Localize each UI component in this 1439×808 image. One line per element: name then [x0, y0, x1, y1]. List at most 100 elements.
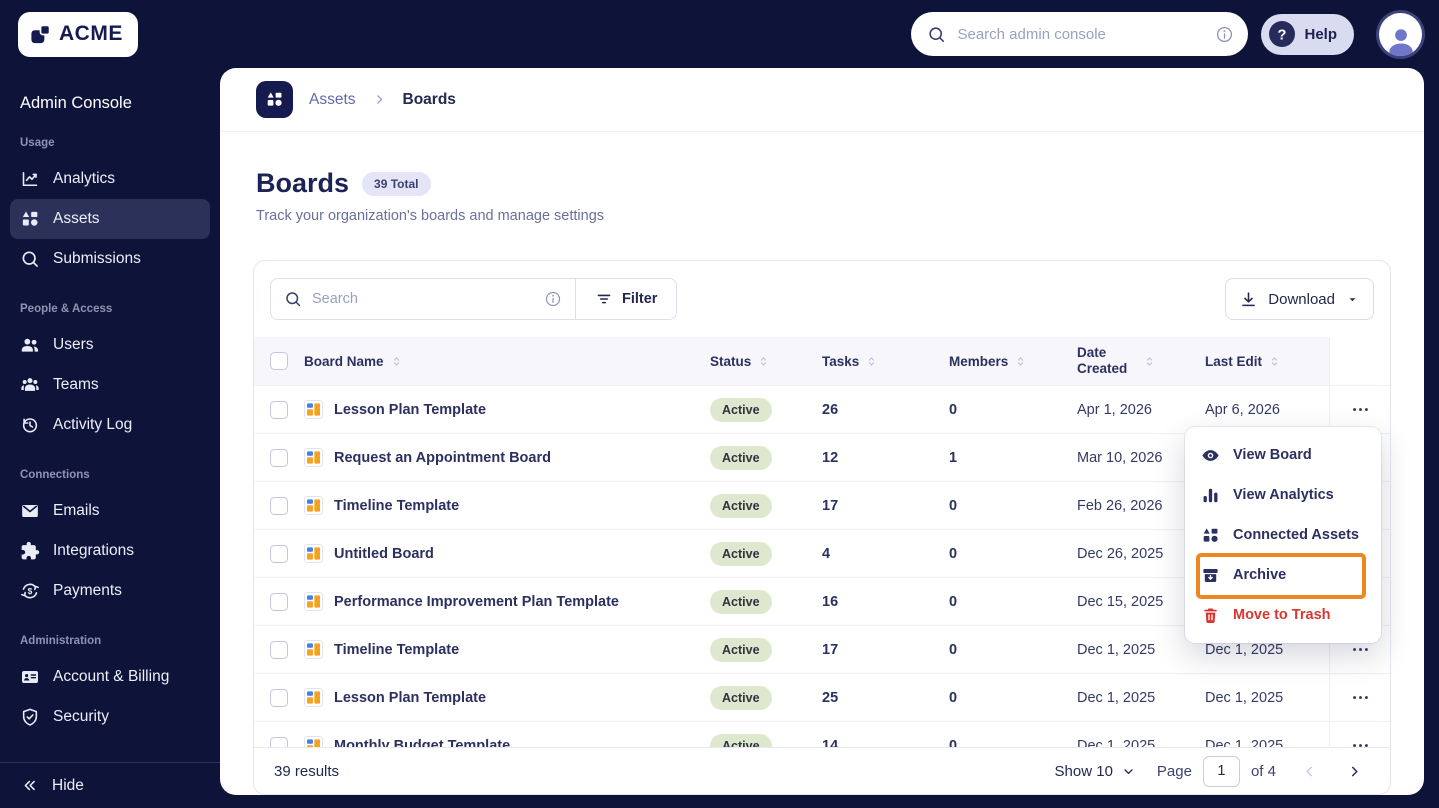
row-checkbox[interactable]	[270, 544, 288, 563]
chevron-left-icon	[1301, 763, 1318, 780]
global-search[interactable]	[911, 12, 1249, 56]
menu-item[interactable]: View Analytics	[1185, 475, 1381, 515]
select-all-checkbox[interactable]	[270, 352, 288, 370]
row-actions-button[interactable]	[1347, 397, 1373, 423]
page-number-input[interactable]	[1202, 755, 1240, 787]
breadcrumb-current: Boards	[402, 90, 456, 108]
ellipsis-icon	[1351, 688, 1370, 707]
row-actions-button[interactable]	[1347, 685, 1373, 711]
column-header-tasks[interactable]: Tasks	[822, 337, 949, 385]
column-header-last-edit[interactable]: Last Edit	[1205, 337, 1329, 385]
menu-item[interactable]: View Board	[1185, 435, 1381, 475]
download-button[interactable]: Download	[1225, 278, 1374, 320]
user-avatar[interactable]	[1379, 12, 1422, 56]
sidebar-item[interactable]: Submissions	[10, 239, 210, 279]
row-checkbox[interactable]	[270, 496, 288, 515]
members-count: 0	[949, 497, 958, 514]
tasks-count: 12	[822, 449, 839, 466]
status-badge: Active	[710, 589, 772, 614]
menu-item[interactable]: Move to Trash	[1185, 595, 1381, 635]
header-checkbox-cell	[254, 337, 304, 385]
row-checkbox[interactable]	[270, 592, 288, 611]
sort-icon	[1014, 354, 1027, 369]
column-header-status[interactable]: Status	[710, 337, 822, 385]
sidebar-item[interactable]: Users	[10, 325, 210, 365]
help-button[interactable]: ? Help	[1261, 13, 1354, 55]
sidebar-item[interactable]: Account & Billing	[10, 657, 210, 697]
members-count: 0	[949, 545, 958, 562]
column-header-members[interactable]: Members	[949, 337, 1077, 385]
table-search[interactable]	[271, 279, 575, 319]
previous-page-button[interactable]	[1297, 759, 1321, 783]
last-edit: Dec 1, 2025	[1205, 641, 1284, 658]
sidebar-item[interactable]: Emails	[10, 491, 210, 531]
header-actions-cell	[1329, 337, 1390, 385]
date-created: Apr 1, 2026	[1077, 401, 1152, 418]
filter-button[interactable]: Filter	[575, 279, 677, 319]
page-subtitle: Track your organization's boards and man…	[256, 208, 605, 224]
sort-icon	[757, 354, 770, 369]
payments-icon: $	[20, 581, 40, 601]
sidebar-item[interactable]: Security	[10, 697, 210, 737]
members-count: 1	[949, 449, 958, 466]
board-name: Request an Appointment Board	[334, 449, 551, 466]
sidebar-item[interactable]: Activity Log	[10, 405, 210, 445]
global-search-input[interactable]	[957, 25, 1205, 43]
sidebar-item-label: Teams	[53, 376, 99, 393]
bar-chart-icon	[1201, 486, 1220, 505]
members-count: 0	[949, 593, 958, 610]
svg-text:$: $	[28, 586, 33, 596]
sidebar-section: Connections Emails Integrations $ Paymen…	[0, 469, 220, 611]
sidebar-item[interactable]: $ Payments	[10, 571, 210, 611]
info-icon[interactable]	[1215, 25, 1234, 44]
page-label: Page	[1156, 762, 1192, 780]
sidebar-item[interactable]: Analytics	[10, 159, 210, 199]
column-header-board-name[interactable]: Board Name	[304, 337, 710, 385]
row-checkbox[interactable]	[270, 400, 288, 419]
sidebar-section-label: People & Access	[20, 303, 113, 315]
person-icon	[1385, 24, 1417, 56]
brand-name: ACME	[59, 22, 123, 45]
menu-item[interactable]: Connected Assets	[1185, 515, 1381, 555]
page-size-select[interactable]: Show 10	[1055, 763, 1136, 780]
sort-icon	[1268, 354, 1281, 369]
sidebar-item-label: Submissions	[53, 250, 141, 267]
download-label: Download	[1268, 290, 1335, 308]
menu-item[interactable]: Archive	[1185, 555, 1381, 595]
acme-logo[interactable]: ACME	[18, 11, 138, 57]
row-checkbox[interactable]	[270, 448, 288, 467]
next-page-button[interactable]	[1342, 759, 1366, 783]
topbar-right: ? Help	[911, 12, 1422, 56]
status-badge: Active	[710, 397, 772, 422]
breadcrumb-assets-link[interactable]: Assets	[309, 91, 356, 109]
sidebar-item-label: Payments	[53, 582, 122, 599]
sidebar-item[interactable]: Teams	[10, 365, 210, 405]
menu-item-label: View Analytics	[1233, 487, 1334, 503]
assets-icon	[20, 209, 40, 229]
status-badge: Active	[710, 493, 772, 518]
hide-sidebar-button[interactable]: Hide	[0, 762, 220, 808]
table-search-input[interactable]	[312, 291, 534, 307]
row-checkbox[interactable]	[270, 688, 288, 707]
table-row: Lesson Plan Template Active 26 0 Apr 1, …	[254, 385, 1390, 433]
sidebar-item-label: Emails	[53, 502, 100, 519]
row-context-menu: View Board View Analytics Connected Asse…	[1185, 427, 1381, 643]
date-created: Dec 1, 2025	[1077, 641, 1156, 658]
info-icon[interactable]	[544, 290, 562, 308]
ellipsis-icon	[1351, 400, 1370, 419]
board-icon	[304, 544, 323, 563]
top-bar: ACME ? Help	[0, 0, 1439, 68]
sidebar: Admin Console Usage Analytics Assets Sub…	[0, 68, 220, 808]
sidebar-item[interactable]: Assets	[10, 199, 210, 239]
assets-app-badge	[256, 81, 293, 118]
tasks-count: 16	[822, 593, 839, 610]
status-badge: Active	[710, 637, 772, 662]
row-checkbox[interactable]	[270, 640, 288, 659]
members-count: 0	[949, 689, 958, 706]
column-header-date-created[interactable]: Date Created	[1077, 337, 1205, 385]
sidebar-section-label: Usage	[20, 137, 55, 149]
search-icon	[20, 249, 40, 269]
svg-text:?: ?	[1278, 27, 1287, 43]
sort-icon	[865, 354, 878, 369]
sidebar-item[interactable]: Integrations	[10, 531, 210, 571]
